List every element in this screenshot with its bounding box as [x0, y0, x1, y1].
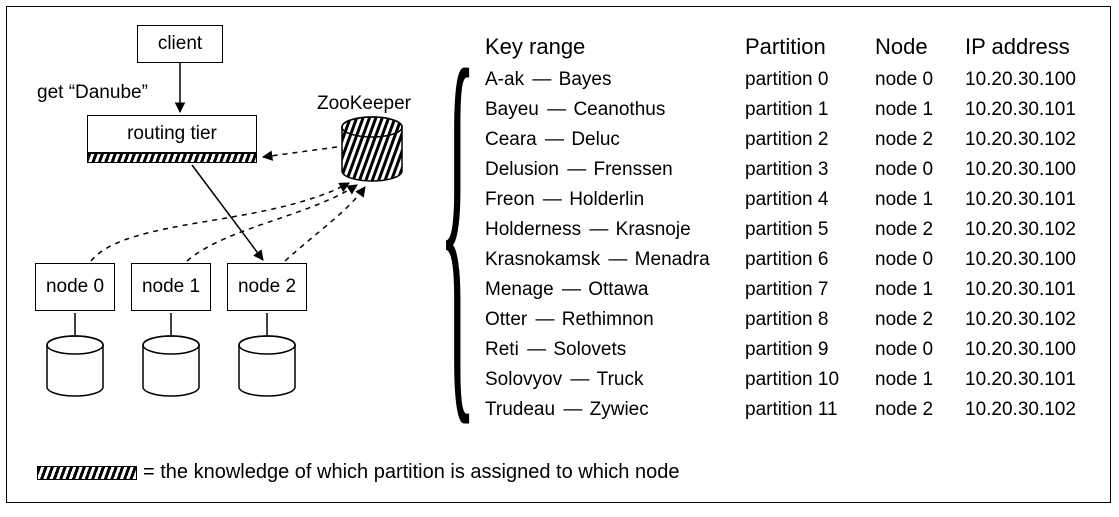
cell-partition: partition 8 — [745, 309, 875, 331]
cell-key-range: Menage — Ottawa — [485, 279, 745, 301]
cell-partition: partition 0 — [745, 69, 875, 91]
cell-node: node 2 — [875, 399, 965, 421]
partition-table: Key range Partition Node IP address A-ak… — [485, 29, 1095, 425]
cell-node: node 0 — [875, 249, 965, 271]
table-row: Ceara — Delucpartition 2node 210.20.30.1… — [485, 125, 1095, 155]
cell-key-range: Trudeau — Zywiec — [485, 399, 745, 421]
cell-key-range: Holderness — Krasnoje — [485, 219, 745, 241]
col-partition: Partition — [745, 34, 875, 60]
cell-partition: partition 11 — [745, 399, 875, 421]
table-row: Otter — Rethimnonpartition 8node 210.20.… — [485, 305, 1095, 335]
legend-text: = the knowledge of which partition is as… — [143, 461, 679, 484]
legend: = the knowledge of which partition is as… — [37, 461, 679, 484]
cell-partition: partition 1 — [745, 99, 875, 121]
cell-node: node 0 — [875, 159, 965, 181]
table-row: Freon — Holderlinpartition 4node 110.20.… — [485, 185, 1095, 215]
figure-frame: client get “Danube” routing tier ZooKeep… — [6, 6, 1111, 503]
cell-ip: 10.20.30.100 — [965, 249, 1095, 271]
cell-partition: partition 6 — [745, 249, 875, 271]
cell-node: node 2 — [875, 129, 965, 151]
cell-key-range: Reti — Solovets — [485, 339, 745, 361]
cell-node: node 0 — [875, 339, 965, 361]
cell-ip: 10.20.30.101 — [965, 189, 1095, 211]
cell-partition: partition 9 — [745, 339, 875, 361]
cell-ip: 10.20.30.101 — [965, 99, 1095, 121]
table-row: Holderness — Krasnojepartition 5node 210… — [485, 215, 1095, 245]
cell-partition: partition 4 — [745, 189, 875, 211]
table-row: Menage — Ottawapartition 7node 110.20.30… — [485, 275, 1095, 305]
cell-partition: partition 3 — [745, 159, 875, 181]
table-row: Bayeu — Ceanothuspartition 1node 110.20.… — [485, 95, 1095, 125]
cell-ip: 10.20.30.102 — [965, 129, 1095, 151]
cell-key-range: Otter — Rethimnon — [485, 309, 745, 331]
cell-node: node 1 — [875, 189, 965, 211]
arrows-overlay — [7, 7, 447, 437]
cell-partition: partition 2 — [745, 129, 875, 151]
cell-key-range: Solovyov — Truck — [485, 369, 745, 391]
cell-node: node 1 — [875, 279, 965, 301]
cell-key-range: Ceara — Deluc — [485, 129, 745, 151]
legend-hatch-icon — [37, 466, 137, 480]
cell-ip: 10.20.30.102 — [965, 219, 1095, 241]
cell-node: node 2 — [875, 219, 965, 241]
table-row: Krasnokamsk — Menadrapartition 6node 010… — [485, 245, 1095, 275]
cell-ip: 10.20.30.101 — [965, 369, 1095, 391]
table-row: Reti — Solovetspartition 9node 010.20.30… — [485, 335, 1095, 365]
table-row: Solovyov — Truckpartition 10node 110.20.… — [485, 365, 1095, 395]
cell-partition: partition 5 — [745, 219, 875, 241]
table-header-row: Key range Partition Node IP address — [485, 29, 1095, 65]
cell-key-range: Bayeu — Ceanothus — [485, 99, 745, 121]
cell-key-range: Delusion — Frenssen — [485, 159, 745, 181]
cell-ip: 10.20.30.100 — [965, 159, 1095, 181]
table-row: A-ak — Bayespartition 0node 010.20.30.10… — [485, 65, 1095, 95]
cell-ip: 10.20.30.102 — [965, 309, 1095, 331]
table-row: Delusion — Frenssenpartition 3node 010.2… — [485, 155, 1095, 185]
cell-node: node 1 — [875, 369, 965, 391]
cell-ip: 10.20.30.102 — [965, 399, 1095, 421]
cell-key-range: Krasnokamsk — Menadra — [485, 249, 745, 271]
cell-ip: 10.20.30.101 — [965, 279, 1095, 301]
cell-key-range: A-ak — Bayes — [485, 69, 745, 91]
cell-node: node 0 — [875, 69, 965, 91]
cell-node: node 2 — [875, 309, 965, 331]
cell-ip: 10.20.30.100 — [965, 69, 1095, 91]
table-row: Trudeau — Zywiecpartition 11node 210.20.… — [485, 395, 1095, 425]
col-ip: IP address — [965, 34, 1095, 60]
col-node: Node — [875, 34, 965, 60]
cell-partition: partition 10 — [745, 369, 875, 391]
cell-ip: 10.20.30.100 — [965, 339, 1095, 361]
architecture-diagram: client get “Danube” routing tier ZooKeep… — [7, 7, 447, 437]
col-key-range: Key range — [485, 34, 745, 60]
cell-node: node 1 — [875, 99, 965, 121]
cell-partition: partition 7 — [745, 279, 875, 301]
cell-key-range: Freon — Holderlin — [485, 189, 745, 211]
